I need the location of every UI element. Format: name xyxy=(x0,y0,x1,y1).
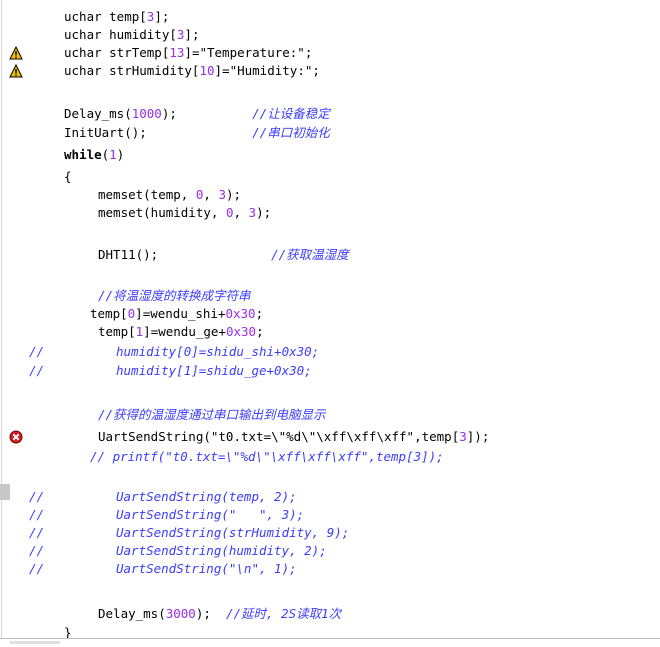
code-token: ]); xyxy=(466,429,490,444)
code-comment: UartSendString(humidity, 2); xyxy=(116,543,327,558)
code-token: ); xyxy=(225,187,242,202)
code-text: Delay_ms(3000); //延时, 2S读取1次 xyxy=(98,605,341,623)
code-text: UartSendString("\n", 1); xyxy=(116,560,297,578)
code-text: UartSendString("t0.txt=\"%d\"\xff\xff\xf… xyxy=(98,428,489,446)
code-comment: //串口初始化 xyxy=(252,125,330,140)
code-token: DHT11(); xyxy=(98,247,272,262)
code-text: uchar strTemp[13]="Temperature:"; xyxy=(64,44,312,62)
code-text: UartSendString(temp, 2); xyxy=(116,488,297,506)
code-token: ); xyxy=(161,106,253,121)
code-text: // printf("t0.txt=\"%d\"\xff\xff\xff",te… xyxy=(90,448,444,466)
code-text: //将温湿度的转换成字符串 xyxy=(98,287,251,305)
code-number: 1000 xyxy=(131,106,162,121)
code-comment: //将温湿度的转换成字符串 xyxy=(98,288,251,303)
code-keyword: while xyxy=(64,147,102,162)
error-icon xyxy=(9,430,23,444)
code-token: UartSendString("t0.txt=\"%d\"\xff\xff\xf… xyxy=(98,429,460,444)
code-text: while(1) xyxy=(64,146,124,164)
code-token: memset(humidity, xyxy=(98,205,226,220)
code-text: memset(humidity, 0, 3); xyxy=(98,204,271,222)
code-text: DHT11(); //获取温湿度 xyxy=(98,246,349,264)
code-token: , xyxy=(203,187,219,202)
scrollbar-thumb[interactable] xyxy=(10,641,60,644)
code-text: UartSendString(strHumidity, 9); xyxy=(116,524,349,542)
code-comment: //让设备稳定 xyxy=(252,106,330,121)
code-token: ); xyxy=(256,205,272,220)
code-token: ]; xyxy=(154,9,170,24)
code-text: uchar humidity[3]; xyxy=(64,26,199,44)
code-text: temp[1]=wendu_ge+0x30; xyxy=(98,323,264,341)
code-comment: humidity[1]=shidu_ge+0x30; xyxy=(116,363,312,378)
comment-out-mark: // xyxy=(29,489,45,504)
code-token: ]; xyxy=(184,27,200,42)
code-token: uchar temp[ xyxy=(64,9,147,24)
code-text: { xyxy=(64,168,72,186)
code-text: //获得的温湿度通过串口输出到电脑显示 xyxy=(98,406,326,424)
code-number: 0x30 xyxy=(225,324,257,339)
code-token: Delay_ms( xyxy=(64,106,132,121)
code-token: ]="Temperature:"; xyxy=(184,45,313,60)
code-token: ); xyxy=(195,606,226,621)
code-comment: humidity[0]=shidu_shi+0x30; xyxy=(116,344,320,359)
code-token: { xyxy=(64,169,72,184)
code-number: 3000 xyxy=(165,606,196,621)
code-token: temp[ xyxy=(90,306,128,321)
code-comment: //获取温湿度 xyxy=(271,247,349,262)
warning-icon xyxy=(9,64,23,78)
code-text: InitUart(); //串口初始化 xyxy=(64,124,330,142)
code-token: ]=wendu_shi+ xyxy=(135,306,226,321)
code-token: uchar strHumidity[ xyxy=(64,63,200,78)
code-number: 0x30 xyxy=(225,306,256,321)
code-comment: UartSendString("\n", 1); xyxy=(116,561,297,576)
code-token: ) xyxy=(116,147,125,162)
code-number: 3 xyxy=(459,429,467,444)
code-text: UartSendString(humidity, 2); xyxy=(116,542,327,560)
code-text: UartSendString(" ", 3); xyxy=(116,506,304,524)
comment-out-mark: // xyxy=(29,507,45,522)
code-token: InitUart(); xyxy=(64,125,253,140)
code-token: uchar humidity[ xyxy=(64,27,177,42)
gutter-edge xyxy=(1,0,2,646)
code-token: ]="Humidity:"; xyxy=(214,63,320,78)
code-token: ]=wendu_ge+ xyxy=(143,324,226,339)
code-token: ; xyxy=(256,324,264,339)
editor-gutter[interactable] xyxy=(0,0,26,646)
code-comment: //延时, 2S读取1次 xyxy=(225,606,342,621)
code-token: memset(temp, xyxy=(98,187,196,202)
code-text: uchar strHumidity[10]="Humidity:"; xyxy=(64,62,320,80)
code-token: , xyxy=(233,205,249,220)
code-comment: // printf("t0.txt=\"%d\"\xff\xff\xff",te… xyxy=(90,449,444,464)
code-text: humidity[0]=shidu_shi+0x30; xyxy=(116,343,319,361)
comment-out-mark: // xyxy=(29,543,45,558)
code-number: 13 xyxy=(169,45,185,60)
code-text: temp[0]=wendu_shi+0x30; xyxy=(90,305,263,323)
code-comment: //获得的温湿度通过串口输出到电脑显示 xyxy=(98,407,326,422)
code-text: Delay_ms(1000); //让设备稳定 xyxy=(64,105,330,123)
code-editor[interactable]: uchar temp[3]; uchar humidity[3]; uchar st… xyxy=(0,0,660,647)
code-text: memset(temp, 0, 3); xyxy=(98,186,241,204)
code-number: 3 xyxy=(248,205,257,220)
warning-icon xyxy=(9,46,23,60)
code-token: uchar strTemp[ xyxy=(64,45,170,60)
comment-out-mark: // xyxy=(29,363,45,378)
code-text: uchar temp[3]; xyxy=(64,8,169,26)
gutter-selection-marker xyxy=(0,484,10,500)
comment-out-mark: // xyxy=(29,561,45,576)
code-number: 10 xyxy=(199,63,215,78)
code-token: Delay_ms( xyxy=(98,606,166,621)
code-comment: UartSendString(temp, 2); xyxy=(116,489,297,504)
code-number: 3 xyxy=(218,187,226,202)
code-number: 1 xyxy=(109,147,117,162)
code-text: humidity[1]=shidu_ge+0x30; xyxy=(116,362,312,380)
code-comment: UartSendString(" ", 3); xyxy=(116,507,305,522)
code-token: temp[ xyxy=(98,324,136,339)
comment-out-mark: // xyxy=(29,344,45,359)
comment-out-mark: // xyxy=(29,525,45,540)
code-comment: UartSendString(strHumidity, 9); xyxy=(116,525,350,540)
code-token: ; xyxy=(255,306,264,321)
